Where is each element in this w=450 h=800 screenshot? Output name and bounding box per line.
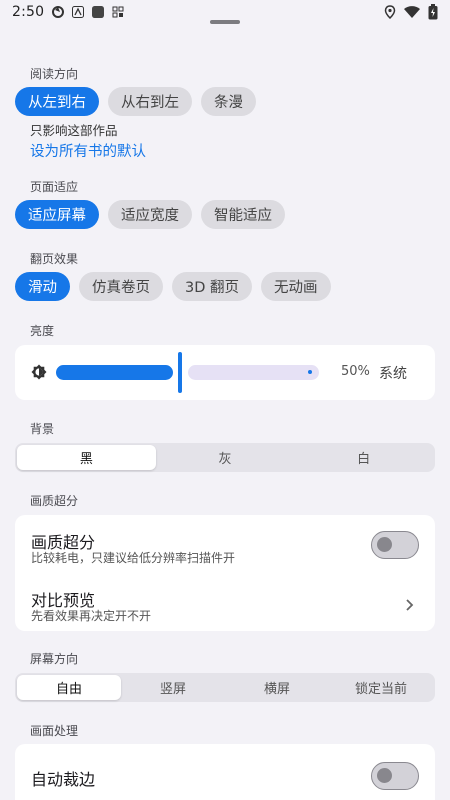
chip-slide[interactable]: 滑动 xyxy=(15,272,70,301)
image-processing-card: 自动裁边 xyxy=(15,744,435,800)
brightness-card: 50% 系统 xyxy=(15,345,435,400)
orientation-option-portrait[interactable]: 竖屏 xyxy=(121,675,225,700)
background-option-black[interactable]: 黑 xyxy=(17,445,156,470)
chip-fit-width[interactable]: 适应宽度 xyxy=(108,200,192,229)
brightness-slider-fill xyxy=(56,365,173,380)
orientation-segmented: 自由 竖屏 横屏 锁定当前 xyxy=(15,673,435,702)
chip-webtoon[interactable]: 条漫 xyxy=(201,87,256,116)
reading-direction-note: 只影响这部作品 xyxy=(30,123,118,138)
page-turn-chips: 滑动 仿真卷页 3D 翻页 无动画 xyxy=(15,272,331,301)
orientation-option-landscape[interactable]: 横屏 xyxy=(225,675,329,700)
orientation-option-free[interactable]: 自由 xyxy=(17,675,121,700)
brightness-icon xyxy=(31,364,47,380)
background-label: 背景 xyxy=(30,422,55,436)
image-processing-label: 画面处理 xyxy=(30,724,79,738)
brightness-value: 50% xyxy=(341,364,370,379)
orientation-label: 屏幕方向 xyxy=(30,652,79,666)
wifi-icon xyxy=(404,6,420,18)
brightness-slider-track[interactable] xyxy=(188,365,319,380)
set-default-link[interactable]: 设为所有书的默认 xyxy=(30,140,146,161)
status-time: 2:50 xyxy=(12,4,45,20)
toggle-knob xyxy=(377,768,392,783)
super-resolution-subtitle: 比较耗电，只建议给低分辨率扫描件开 xyxy=(31,551,236,565)
chip-page-curl[interactable]: 仿真卷页 xyxy=(79,272,163,301)
chip-right-to-left[interactable]: 从右到左 xyxy=(108,87,192,116)
battery-icon xyxy=(428,4,438,20)
page-turn-label: 翻页效果 xyxy=(30,252,79,266)
reading-direction-chips: 从左到右 从右到左 条漫 xyxy=(15,87,256,116)
super-resolution-card: 画质超分 比较耗电，只建议给低分辨率扫描件开 对比预览 先看效果再决定开不开 xyxy=(15,515,435,631)
location-icon xyxy=(384,5,396,19)
orientation-option-lock[interactable]: 锁定当前 xyxy=(329,675,433,700)
sheet-drag-handle[interactable] xyxy=(210,20,240,24)
brightness-label: 亮度 xyxy=(30,324,55,338)
chip-no-animation[interactable]: 无动画 xyxy=(261,272,331,301)
app-square-icon xyxy=(92,6,105,18)
chip-3d-flip[interactable]: 3D 翻页 xyxy=(172,272,252,301)
super-resolution-toggle[interactable] xyxy=(371,531,419,559)
background-segmented: 黑 灰 白 xyxy=(15,443,435,472)
aperture-icon xyxy=(52,6,65,18)
brightness-slider-end-dot xyxy=(308,370,312,374)
background-option-white[interactable]: 白 xyxy=(294,445,433,470)
reading-direction-label: 阅读方向 xyxy=(30,67,79,81)
chip-smart-fit[interactable]: 智能适应 xyxy=(201,200,285,229)
compare-preview-subtitle: 先看效果再决定开不开 xyxy=(31,609,152,623)
super-resolution-label: 画质超分 xyxy=(30,494,79,508)
background-option-gray[interactable]: 灰 xyxy=(156,445,295,470)
grid-app-icon xyxy=(112,6,124,18)
brightness-system-button[interactable]: 系统 xyxy=(379,363,407,383)
toggle-knob xyxy=(377,537,392,552)
brightness-slider-thumb[interactable] xyxy=(178,352,182,393)
auto-crop-title: 自动裁边 xyxy=(31,770,96,789)
auto-crop-toggle[interactable] xyxy=(371,762,419,790)
chip-fit-screen[interactable]: 适应屏幕 xyxy=(15,200,99,229)
page-fit-label: 页面适应 xyxy=(30,180,79,194)
app-a-icon xyxy=(72,6,85,18)
chip-left-to-right[interactable]: 从左到右 xyxy=(15,87,99,116)
chevron-right-icon[interactable] xyxy=(405,597,415,611)
page-fit-chips: 适应屏幕 适应宽度 智能适应 xyxy=(15,200,285,229)
